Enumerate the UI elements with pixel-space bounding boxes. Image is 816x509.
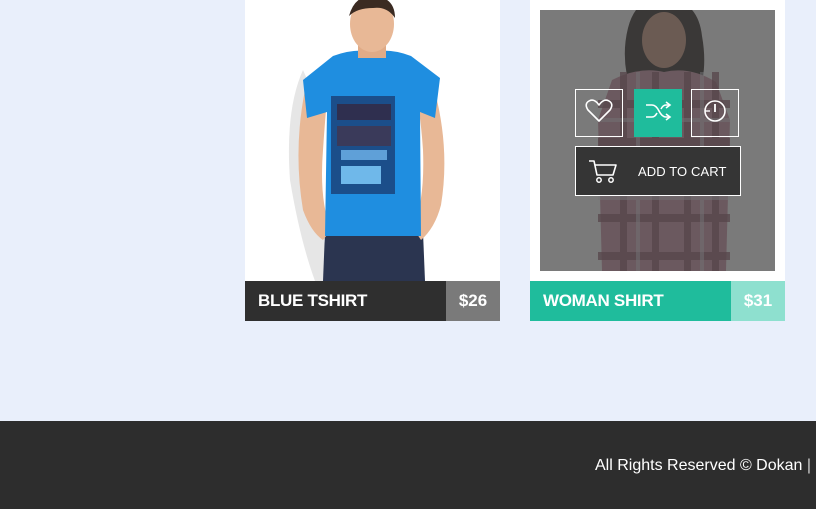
- product-price: $31: [731, 281, 785, 321]
- shuffle-icon: [644, 100, 672, 127]
- clock-icon: [702, 98, 728, 129]
- product-card-blue-tshirt[interactable]: BLUE TSHIRT $26: [245, 0, 500, 321]
- copyright-text: All Rights Reserved © Dokan |: [595, 457, 811, 475]
- product-name[interactable]: BLUE TSHIRT: [245, 281, 446, 321]
- product-image-blue-tshirt[interactable]: [245, 0, 500, 281]
- product-label-bar[interactable]: BLUE TSHIRT $26: [245, 281, 500, 321]
- product-label-bar[interactable]: WOMAN SHIRT $31: [530, 281, 785, 321]
- add-to-cart-button[interactable]: ADD TO CART: [575, 146, 741, 196]
- product-name[interactable]: WOMAN SHIRT: [530, 281, 731, 321]
- cart-icon: [588, 158, 618, 184]
- wishlist-button[interactable]: [575, 89, 623, 137]
- compare-button[interactable]: [634, 89, 682, 137]
- product-card-woman-shirt[interactable]: ADD TO CART WOMAN SHIRT $31: [530, 0, 785, 321]
- site-footer: All Rights Reserved © Dokan |: [0, 421, 816, 509]
- copyright-label: All Rights Reserved © Dokan: [595, 457, 803, 474]
- product-price: $26: [446, 281, 500, 321]
- product-image-woman-shirt[interactable]: ADD TO CART: [540, 10, 775, 271]
- heart-icon: [585, 98, 613, 128]
- add-to-cart-label: ADD TO CART: [638, 163, 727, 179]
- hover-overlay: ADD TO CART: [540, 10, 775, 271]
- footer-separator: |: [806, 457, 812, 474]
- quick-view-button[interactable]: [691, 89, 739, 137]
